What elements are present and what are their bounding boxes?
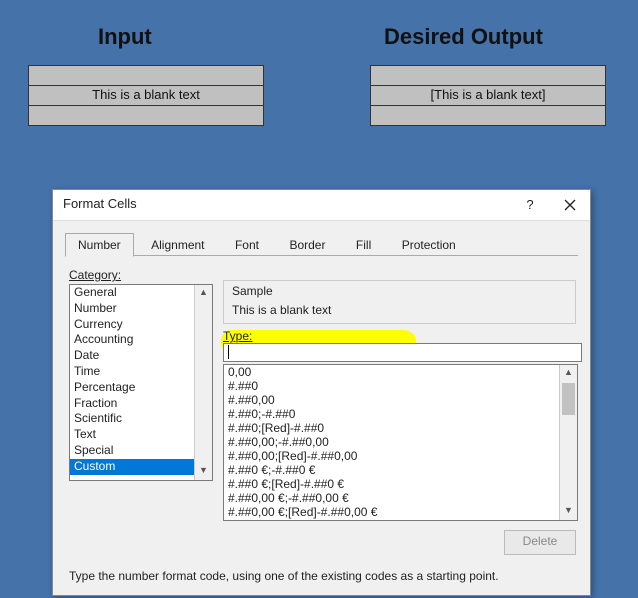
tab-alignment[interactable]: Alignment xyxy=(138,233,217,257)
sample-value: This is a blank text xyxy=(232,303,331,317)
format-scrollbar[interactable]: ▲ ▼ xyxy=(559,365,577,520)
sample-box: Sample This is a blank text xyxy=(223,280,576,324)
category-item-number[interactable]: Number xyxy=(70,301,212,317)
category-item-general[interactable]: General xyxy=(70,285,212,301)
grid-cell-output[interactable]: [This is a blank text] xyxy=(370,86,606,106)
category-label: Category: xyxy=(69,268,121,282)
grid-cell-input[interactable]: This is a blank text xyxy=(28,86,264,106)
category-item-custom[interactable]: Custom xyxy=(70,459,212,475)
format-item[interactable]: 0,00 xyxy=(224,365,577,379)
examples-area: Input Desired Output This is a blank tex… xyxy=(0,0,638,180)
type-input[interactable] xyxy=(223,343,582,362)
format-item[interactable]: #.##0 €;-#.##0 € xyxy=(224,463,577,477)
format-item[interactable]: #.##0,00;[Red]-#.##0,00 xyxy=(224,449,577,463)
format-item[interactable]: #.##0 xyxy=(224,379,577,393)
format-item[interactable]: #.##0 €;[Red]-#.##0 € xyxy=(224,477,577,491)
category-item-text[interactable]: Text xyxy=(70,427,212,443)
tab-font[interactable]: Font xyxy=(222,233,272,257)
format-item[interactable]: #.##0;-#.##0 xyxy=(224,407,577,421)
input-title: Input xyxy=(98,24,152,50)
input-grid: This is a blank text xyxy=(28,65,264,126)
chevron-down-icon[interactable]: ▼ xyxy=(195,463,212,480)
dialog-title-bar: Format Cells ? xyxy=(53,190,590,221)
dialog-title: Format Cells xyxy=(63,196,137,211)
sample-label: Sample xyxy=(232,284,273,298)
format-item[interactable]: #.##0,00 €;-#.##0,00 € xyxy=(224,491,577,505)
category-item-scientific[interactable]: Scientific xyxy=(70,411,212,427)
format-item[interactable]: #.##0,00 xyxy=(224,393,577,407)
category-item-accounting[interactable]: Accounting xyxy=(70,332,212,348)
output-grid: [This is a blank text] xyxy=(370,65,606,126)
grid-row[interactable] xyxy=(370,65,606,86)
tab-protection[interactable]: Protection xyxy=(389,233,469,257)
tab-underline xyxy=(65,255,578,256)
category-scrollbar[interactable]: ▲ ▼ xyxy=(194,285,212,480)
help-button[interactable]: ? xyxy=(510,190,550,220)
close-icon xyxy=(564,199,576,211)
tab-number[interactable]: Number xyxy=(65,233,134,257)
category-item-currency[interactable]: Currency xyxy=(70,317,212,333)
format-item[interactable]: #.##0,00 €;[Red]-#.##0,00 € xyxy=(224,505,577,519)
category-item-fraction[interactable]: Fraction xyxy=(70,396,212,412)
grid-row[interactable] xyxy=(28,65,264,86)
chevron-down-icon[interactable]: ▼ xyxy=(560,503,577,520)
type-label: Type: xyxy=(223,329,252,343)
grid-row[interactable] xyxy=(28,106,264,126)
format-item[interactable]: 0% xyxy=(224,519,577,521)
text-caret xyxy=(228,345,229,359)
chevron-up-icon[interactable]: ▲ xyxy=(195,285,212,302)
category-listbox[interactable]: General Number Currency Accounting Date … xyxy=(69,284,213,481)
category-item-time[interactable]: Time xyxy=(70,364,212,380)
output-title: Desired Output xyxy=(384,24,543,50)
format-item[interactable]: #.##0;[Red]-#.##0 xyxy=(224,421,577,435)
format-item[interactable]: #.##0,00;-#.##0,00 xyxy=(224,435,577,449)
delete-button[interactable]: Delete xyxy=(504,530,576,555)
format-cells-dialog: Format Cells ? Number Alignment Font Bor… xyxy=(52,189,591,596)
dialog-tabs: Number Alignment Font Border Fill Protec… xyxy=(65,232,469,256)
category-item-percentage[interactable]: Percentage xyxy=(70,380,212,396)
category-item-special[interactable]: Special xyxy=(70,443,212,459)
close-button[interactable] xyxy=(550,190,590,220)
format-listbox[interactable]: 0,00 #.##0 #.##0,00 #.##0;-#.##0 #.##0;[… xyxy=(223,364,578,521)
dialog-hint: Type the number format code, using one o… xyxy=(69,569,499,583)
tab-fill[interactable]: Fill xyxy=(343,233,384,257)
tab-border[interactable]: Border xyxy=(276,233,338,257)
chevron-up-icon[interactable]: ▲ xyxy=(560,365,577,382)
grid-row[interactable] xyxy=(370,106,606,126)
scrollbar-thumb[interactable] xyxy=(562,383,575,415)
category-item-date[interactable]: Date xyxy=(70,348,212,364)
